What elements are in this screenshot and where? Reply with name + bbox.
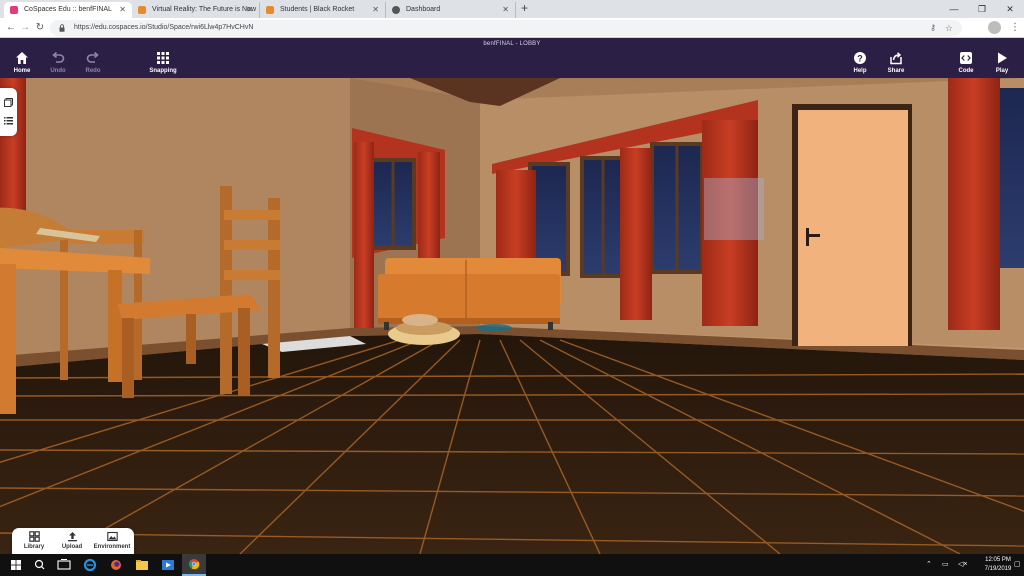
redo-label: Redo [85,68,101,74]
undo-button[interactable]: Undo [38,51,78,74]
grid-icon [157,52,169,64]
bottom-asset-panel: Library Upload Environment [12,528,134,555]
clock-time: 12:05 PM [985,557,1011,563]
clock-date: 7/19/2019 [984,566,1012,572]
share-icon [890,52,902,65]
edge-browser-icon[interactable] [78,554,102,576]
code-label: Code [958,68,974,74]
pet-bowl [476,324,512,332]
play-icon [998,52,1007,64]
dashboard-favicon-icon [392,6,400,14]
media-app-icon[interactable] [156,554,180,576]
restore-icon[interactable]: ❐ [968,0,996,18]
redo-button[interactable]: Redo [73,51,113,74]
close-tab-icon[interactable]: ✕ [246,2,253,18]
upload-label: Upload [61,544,83,550]
new-tab-icon[interactable]: + [521,1,528,15]
upload-button[interactable]: Upload [52,531,92,550]
list-icon[interactable] [4,116,13,125]
cospaces-favicon-icon [10,6,18,14]
notifications-icon[interactable]: ▢ [1014,554,1021,576]
volume-icon[interactable]: ◁× [958,554,967,576]
task-view-icon[interactable] [52,554,76,576]
tab-title: Students | Black Rocket [280,6,355,13]
library-label: Library [23,544,45,550]
tab-title: CoSpaces Edu :: benfFINAL [24,6,112,13]
library-button[interactable]: Library [14,531,54,550]
help-icon: ? [854,52,866,64]
gallery-icon[interactable] [4,98,13,107]
tab-dashboard[interactable]: Dashboard ✕ [386,2,516,18]
rocket-favicon-icon [266,6,274,14]
firefox-icon[interactable] [104,554,128,576]
code-icon [960,52,972,64]
code-button[interactable]: Code [946,51,986,74]
redo-icon [86,51,99,63]
undo-icon [52,51,65,63]
close-tab-icon[interactable]: ✕ [502,2,509,18]
snapping-button[interactable]: Snapping [143,51,183,74]
close-window-icon[interactable]: ✕ [996,0,1024,18]
help-button[interactable]: ? Help [840,51,880,74]
profile-avatar[interactable] [988,21,1001,34]
share-button[interactable]: Share [876,51,916,74]
home-label: Home [13,68,31,74]
close-tab-icon[interactable]: ✕ [119,2,126,18]
help-label: Help [853,68,867,74]
bookmark-star-icon[interactable]: ☆ [945,20,953,36]
tray-up-arrow-icon[interactable]: ⌃ [926,554,932,576]
3d-scene-viewport[interactable] [0,78,1024,554]
lock-icon [59,24,65,32]
environment-icon [106,531,118,542]
environment-label: Environment [93,544,131,550]
tab-cospaces[interactable]: CoSpaces Edu :: benfFINAL ✕ [4,2,132,18]
minimize-icon[interactable]: — [940,0,968,18]
cospaces-toolbar: benfFINAL - LOBBY Home Undo Redo Snappin… [0,38,1024,78]
rocket-favicon-icon [138,6,146,14]
door [792,104,912,346]
close-tab-icon[interactable]: ✕ [372,2,379,18]
search-icon[interactable] [28,554,52,576]
left-side-panel [0,88,17,136]
url-text: https://edu.cospaces.io/Studio/Space/rwi… [74,24,254,31]
system-clock[interactable]: 12:05 PM 7/19/2019 [982,556,1014,574]
tab-title: Virtual Reality: The Future is Now [152,6,257,13]
upload-icon [67,532,77,542]
network-icon[interactable]: ▭ [942,554,949,576]
tab-title: Dashboard [406,6,441,13]
snapping-label: Snapping [149,68,177,74]
library-icon [28,531,40,542]
browser-tab-strip: CoSpaces Edu :: benfFINAL ✕ Virtual Real… [0,0,1024,18]
play-label: Play [995,68,1009,74]
svg-text:?: ? [857,54,863,64]
play-button[interactable]: Play [982,51,1022,74]
home-button[interactable]: Home [2,51,42,74]
undo-label: Undo [50,68,66,74]
environment-button[interactable]: Environment [92,531,132,550]
home-icon [16,52,28,64]
forward-icon[interactable]: → [17,20,33,36]
browser-address-bar: ← → ↻ https://edu.cospaces.io/Studio/Spa… [0,18,1024,38]
file-explorer-icon[interactable] [130,554,154,576]
reload-icon[interactable]: ↻ [32,20,48,36]
scene-render [0,78,1024,554]
windows-start-icon[interactable] [4,554,28,576]
windows-taskbar: ⌃ ▭ ◁× 12:05 PM 7/19/2019 ▢ [0,554,1024,576]
menu-dots-icon[interactable]: ⋮ [1010,20,1020,36]
tab-black-rocket[interactable]: Students | Black Rocket ✕ [260,2,386,18]
chrome-icon[interactable] [182,554,206,576]
tab-virtual-reality[interactable]: Virtual Reality: The Future is Now ✕ [132,2,260,18]
space-title: benfFINAL - LOBBY [483,41,541,47]
url-input[interactable]: https://edu.cospaces.io/Studio/Space/rwi… [50,20,962,36]
key-icon[interactable]: ⚷ [930,20,936,36]
share-label: Share [887,68,905,74]
